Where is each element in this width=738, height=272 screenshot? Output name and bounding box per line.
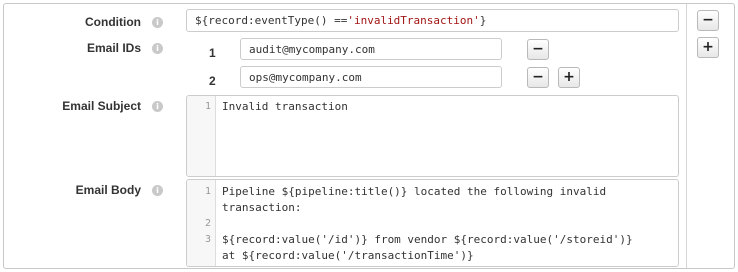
notification-config-panel: Condition i ${record:eventType() == 'inv… <box>3 3 735 269</box>
email-subject-label: Email Subject <box>62 99 141 113</box>
code-line: at ${record:value('/transactionTime')} <box>222 249 474 262</box>
condition-info-icon[interactable]: i <box>152 17 163 28</box>
email-body-info-icon[interactable]: i <box>152 185 163 196</box>
line-number: 1 <box>204 101 211 112</box>
email-ids-info-icon[interactable]: i <box>152 43 163 54</box>
right-column-divider <box>686 4 687 268</box>
email-body-label: Email Body <box>75 183 141 197</box>
email-body-gutter: 1 2 3 <box>187 180 216 266</box>
email-subject-gutter: 1 <box>187 96 216 176</box>
condition-expression-string: 'invalidTransaction' <box>347 14 480 27</box>
remove-notification-button[interactable]: − <box>697 10 719 31</box>
line-number: 2 <box>204 218 211 229</box>
code-line: transaction: <box>222 201 302 214</box>
condition-input[interactable]: ${record:eventType() == 'invalidTransact… <box>186 9 679 32</box>
email-body-editor[interactable]: 1 2 3 Pipeline ${pipeline:title()} locat… <box>186 179 679 267</box>
remove-email-2-button[interactable]: − <box>527 67 549 88</box>
email-ids-label: Email IDs <box>86 41 141 55</box>
condition-expression-suffix: } <box>479 14 487 27</box>
code-line: ${record:value('/id')} from vendor ${rec… <box>222 233 633 246</box>
code-line: Invalid transaction <box>222 100 348 113</box>
line-number: 1 <box>204 186 211 197</box>
email-id-index-2: 2 <box>209 74 216 88</box>
email-subject-editor[interactable]: 1 Invalid transaction <box>186 95 679 177</box>
line-number: 3 <box>204 234 211 245</box>
condition-label: Condition <box>85 15 141 29</box>
email-id-input-2[interactable]: ops@mycompany.com <box>240 66 502 88</box>
add-email-button[interactable]: + <box>558 67 580 88</box>
email-subject-info-icon[interactable]: i <box>152 101 163 112</box>
add-notification-button[interactable]: + <box>697 37 719 58</box>
condition-expression-prefix: ${record:eventType() == <box>195 14 348 27</box>
remove-email-1-button[interactable]: − <box>527 39 549 60</box>
code-line: Pipeline ${pipeline:title()} located the… <box>222 185 607 198</box>
email-id-index-1: 1 <box>209 46 216 60</box>
email-id-input-1[interactable]: audit@mycompany.com <box>240 38 502 60</box>
